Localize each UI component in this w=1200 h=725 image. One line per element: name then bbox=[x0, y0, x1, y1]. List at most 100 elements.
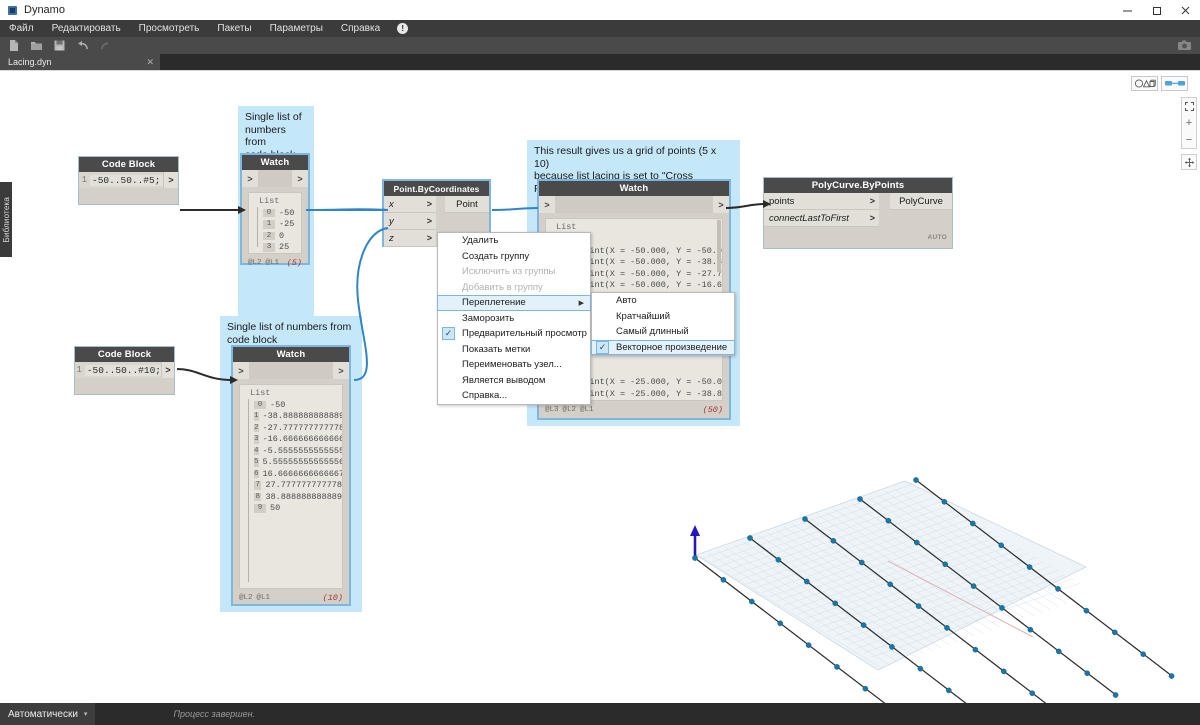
menu-edit[interactable]: Редактировать bbox=[43, 20, 130, 37]
watch-1-list-label: List bbox=[259, 196, 280, 206]
menu-view[interactable]: Просмотреть bbox=[130, 20, 209, 37]
document-tab-close-icon[interactable]: ✕ bbox=[146, 57, 154, 68]
code-block-input-2[interactable]: -50..50..#10; bbox=[84, 364, 161, 376]
graph-canvas[interactable]: Библиотека Single list of numbers from S… bbox=[0, 70, 1200, 703]
list-item: 1 -38.888888888889 bbox=[240, 411, 342, 423]
new-file-icon[interactable] bbox=[6, 38, 21, 53]
node-title-watch-3: Watch bbox=[539, 181, 729, 196]
watch-1-list[interactable]: List 0-50 1-25 20 325 450 bbox=[248, 192, 302, 254]
menu-packages[interactable]: Пакеты bbox=[208, 20, 260, 37]
menu-settings[interactable]: Параметры bbox=[261, 20, 332, 37]
watch-2-in-port[interactable]: > bbox=[233, 362, 249, 379]
watch-2-list-label: List bbox=[250, 388, 271, 398]
open-folder-icon[interactable] bbox=[29, 38, 44, 53]
watch-3-scrollbar[interactable] bbox=[717, 220, 721, 272]
watch-2-mid bbox=[249, 362, 333, 379]
code-block-input-1[interactable]: -50..50..#5; bbox=[90, 174, 163, 186]
polycurve-output-port[interactable]: PolyCurve bbox=[890, 193, 952, 210]
node-watch-1[interactable]: Watch > > List 0-50 1-25 20 325 450 @L2 … bbox=[241, 154, 309, 268]
list-value: Point(X = -50.000, Y = -16.6 bbox=[579, 280, 722, 291]
ctx-help-label: Справка... bbox=[462, 390, 508, 402]
ctx-create-group[interactable]: Создать группу bbox=[438, 249, 590, 265]
ctx-rename-node[interactable]: Переименовать узел... bbox=[438, 357, 590, 373]
point-input-z[interactable]: z > bbox=[384, 230, 436, 247]
code-line-number: 1 bbox=[81, 175, 87, 185]
chevron-right-icon: ▶ bbox=[578, 299, 584, 307]
lacing-cross-product[interactable]: ✓ Векторное произведение bbox=[591, 339, 735, 355]
menu-help[interactable]: Справка bbox=[332, 20, 389, 37]
zoom-in-button[interactable]: + bbox=[1186, 115, 1192, 132]
library-panel-tab[interactable]: Библиотека bbox=[0, 182, 12, 257]
watch-2-list[interactable]: List 0 -50 1 -38.888888888889 2 -27.7777777… bbox=[239, 384, 343, 589]
geometry-view-icon[interactable] bbox=[1131, 76, 1158, 91]
list-item: 6 16.6666666666667 bbox=[240, 468, 342, 480]
ctx-show-labels[interactable]: Показать метки bbox=[438, 342, 590, 358]
list-index: 0 bbox=[254, 400, 266, 409]
ctx-remove-from-group: Исключить из группы bbox=[438, 264, 590, 280]
window-title: Dynamo bbox=[24, 4, 65, 16]
graph-view-icon[interactable] bbox=[1161, 76, 1188, 91]
watch-1-out-port[interactable]: > bbox=[292, 170, 308, 187]
list-index: 1 bbox=[254, 412, 259, 421]
camera-icon[interactable] bbox=[1177, 38, 1192, 53]
chevron-right-icon: > bbox=[869, 213, 875, 223]
maximize-button[interactable] bbox=[1142, 0, 1171, 20]
watch-2-count: (10) bbox=[322, 592, 343, 603]
polycurve-input-connect-label: connectLastToFirst bbox=[769, 212, 849, 224]
polycurve-input-points[interactable]: points > bbox=[764, 193, 879, 210]
watch-3-in-port[interactable]: > bbox=[539, 196, 555, 213]
pan-button[interactable] bbox=[1181, 154, 1197, 170]
run-mode-selector[interactable]: Автоматически ▾ bbox=[0, 703, 96, 725]
ctx-preview[interactable]: ✓ Предварительный просмотр bbox=[438, 326, 590, 342]
ctx-lacing[interactable]: Переплетение ▶ bbox=[437, 295, 591, 311]
watch-1-in-port[interactable]: > bbox=[242, 170, 258, 187]
node-code-block-2[interactable]: Code Block 1 -50..50..#10; > bbox=[74, 346, 175, 395]
code-block-out-port-2[interactable]: > bbox=[160, 362, 174, 378]
node-code-block-1[interactable]: Code Block 1 -50..50..#5; > bbox=[78, 156, 179, 205]
code-block-line-2[interactable]: 1 -50..50..#10; > bbox=[75, 362, 174, 378]
zoom-fit-button[interactable] bbox=[1184, 98, 1194, 115]
node-context-menu[interactable]: Удалить Создать группу Исключить из груп… bbox=[437, 232, 591, 405]
watch-1-count: (5) bbox=[286, 257, 302, 268]
point-input-y[interactable]: y > bbox=[384, 213, 436, 230]
menu-file[interactable]: Файл bbox=[0, 20, 43, 37]
code-block-line-1[interactable]: 1 -50..50..#5; > bbox=[79, 172, 178, 188]
lacing-shortest-label: Кратчайший bbox=[616, 310, 671, 322]
point-output-port[interactable]: Point bbox=[445, 196, 489, 213]
node-watch-2[interactable]: Watch > > List 0 -50 1 -38.888888888889 2-… bbox=[232, 346, 350, 605]
list-item: 9 50 bbox=[240, 503, 342, 515]
chevron-right-icon: > bbox=[869, 196, 875, 206]
chevron-right-icon: > bbox=[426, 199, 432, 209]
minimize-button[interactable] bbox=[1113, 0, 1142, 20]
undo-icon[interactable] bbox=[75, 38, 90, 53]
ctx-rename-node-label: Переименовать узел... bbox=[462, 359, 562, 371]
lacing-auto[interactable]: Авто bbox=[592, 293, 734, 309]
ctx-delete[interactable]: Удалить bbox=[438, 233, 590, 249]
warning-icon[interactable]: ! bbox=[397, 23, 409, 34]
watch-2-ports: > > bbox=[233, 362, 349, 379]
polycurve-input-connectlasttofirst[interactable]: connectLastToFirst > bbox=[764, 210, 879, 227]
ctx-is-output[interactable]: Является выводом bbox=[438, 373, 590, 389]
lacing-longest[interactable]: Самый длинный bbox=[592, 324, 734, 340]
zoom-out-button[interactable]: − bbox=[1186, 131, 1192, 148]
watch-3-tag-1: @L2 bbox=[562, 405, 577, 414]
watch-2-out-port[interactable]: > bbox=[333, 362, 349, 379]
lacing-shortest[interactable]: Кратчайший bbox=[592, 309, 734, 325]
ctx-add-to-group: Добавить в группу bbox=[438, 280, 590, 296]
document-tab-lacing[interactable]: Lacing.dyn ✕ bbox=[0, 54, 160, 70]
watch-3-out-port[interactable]: > bbox=[713, 196, 729, 213]
code-block-out-port-1[interactable]: > bbox=[163, 172, 178, 188]
redo-icon bbox=[98, 38, 113, 53]
point-input-x[interactable]: x > bbox=[384, 196, 436, 213]
node-polycurve-bypoints[interactable]: PolyCurve.ByPoints points > connectLastTo… bbox=[763, 177, 953, 249]
close-button[interactable] bbox=[1171, 0, 1200, 20]
ctx-create-group-label: Создать группу bbox=[462, 250, 530, 262]
list-value: 50 bbox=[270, 503, 281, 514]
ctx-help[interactable]: Справка... bbox=[438, 388, 590, 404]
lacing-submenu[interactable]: Авто Кратчайший Самый длинный ✓ Векторно… bbox=[591, 292, 735, 356]
ctx-preview-label: Предварительный просмотр bbox=[462, 328, 587, 340]
list-index: 7 bbox=[254, 481, 262, 490]
list-value: -50 bbox=[279, 207, 295, 218]
save-icon[interactable] bbox=[52, 38, 67, 53]
ctx-freeze[interactable]: Заморозить bbox=[438, 311, 590, 327]
